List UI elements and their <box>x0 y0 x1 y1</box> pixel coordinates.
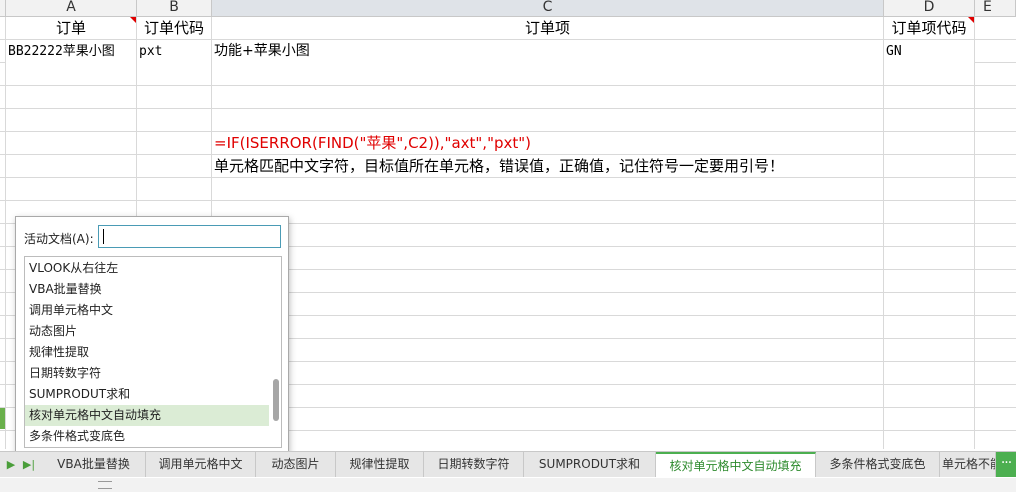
active-document-input[interactable] <box>98 225 281 248</box>
document-list-item[interactable]: 调用单元格中文 <box>25 300 269 321</box>
cell-d2[interactable]: GN <box>884 40 974 63</box>
text-caret <box>103 229 104 244</box>
sheet-tab[interactable]: SUMPRODUT求和 <box>524 452 656 477</box>
more-tabs-icon[interactable]: ··· <box>996 452 1016 477</box>
scrollbar-thumb[interactable] <box>273 379 279 421</box>
cell-c2[interactable]: 功能+苹果小图 <box>212 40 883 63</box>
splitter-grip-icon[interactable] <box>98 481 112 489</box>
prev-sheet-icon[interactable]: ▶ <box>2 452 20 477</box>
sheet-tab-bar: ▶ ▶| VBA批量替换 调用单元格中文 动态图片 规律性提取 日期转数字符 S… <box>0 451 1016 477</box>
activate-document-dialog: 活动文档(A): VLOOK从右往左 VBA批量替换 调用单元格中文 动态图片 … <box>15 216 289 454</box>
document-list-item[interactable]: 动态图片 <box>25 321 269 342</box>
cell-a1-text: 订单 <box>55 19 86 37</box>
document-list-item[interactable]: 多条件格式变底色 <box>25 426 269 447</box>
document-list-item[interactable]: VBA批量替换 <box>25 279 269 300</box>
cell-a2[interactable]: BB22222苹果小图 <box>6 40 136 63</box>
active-document-label: 活动文档(A): <box>24 232 94 246</box>
document-list-item[interactable]: SUMPRODUT求和 <box>25 384 269 405</box>
document-list-item[interactable]: 日期转数字符 <box>25 363 269 384</box>
sheet-tab[interactable]: 单元格不能 <box>940 452 996 477</box>
last-sheet-icon[interactable]: ▶| <box>20 452 38 477</box>
explanation-note-cell[interactable]: 单元格匹配中文字符，目标值所在单元格，错误值，正确值，记住符号一定要用引号！ <box>212 155 912 178</box>
document-list-item[interactable]: VLOOK从右往左 <box>25 258 269 279</box>
sheet-tab[interactable]: 调用单元格中文 <box>146 452 256 477</box>
sheet-tab[interactable]: 动态图片 <box>256 452 336 477</box>
sheet-tab[interactable]: 规律性提取 <box>336 452 424 477</box>
gridline <box>5 17 6 449</box>
gridline <box>883 17 884 449</box>
column-header-a[interactable]: A <box>6 0 137 16</box>
formula-note-cell[interactable]: =IF(ISERROR(FIND("苹果",C2)),"axt","pxt") <box>212 132 912 155</box>
cell-b2[interactable]: pxt <box>137 40 211 63</box>
comment-indicator[interactable] <box>968 17 974 23</box>
comment-indicator[interactable] <box>130 17 136 23</box>
cell-b1[interactable]: 订单代码 <box>137 17 212 40</box>
document-list[interactable]: VLOOK从右往左 VBA批量替换 调用单元格中文 动态图片 规律性提取 日期转… <box>24 256 282 448</box>
sheet-tab[interactable]: VBA批量替换 <box>42 452 146 477</box>
sheet-tab-active[interactable]: 核对单元格中文自动填充 <box>656 452 816 477</box>
document-list-item-selected[interactable]: 核对单元格中文自动填充 <box>25 405 269 426</box>
column-header-bar: A B C D E <box>0 0 1016 17</box>
document-list-scrollbar[interactable] <box>269 257 281 447</box>
column-header-c[interactable]: C <box>212 0 884 16</box>
column-header-e[interactable]: E <box>975 0 1016 16</box>
column-header-d[interactable]: D <box>884 0 975 16</box>
document-list-item[interactable]: 规律性提取 <box>25 342 269 363</box>
sheet-tab[interactable]: 多条件格式变底色 <box>816 452 940 477</box>
row-selection-marker <box>0 408 5 429</box>
status-strip <box>0 478 1016 492</box>
cell-d1-text: 订单项代码 <box>891 19 967 37</box>
cell-c1[interactable]: 订单项 <box>212 17 884 40</box>
sheet-tab[interactable]: 日期转数字符 <box>424 452 524 477</box>
gridline <box>974 17 975 449</box>
column-header-b[interactable]: B <box>137 0 212 16</box>
cell-a1[interactable]: 订单 <box>6 17 137 40</box>
cell-d1[interactable]: 订单项代码 <box>884 17 975 40</box>
